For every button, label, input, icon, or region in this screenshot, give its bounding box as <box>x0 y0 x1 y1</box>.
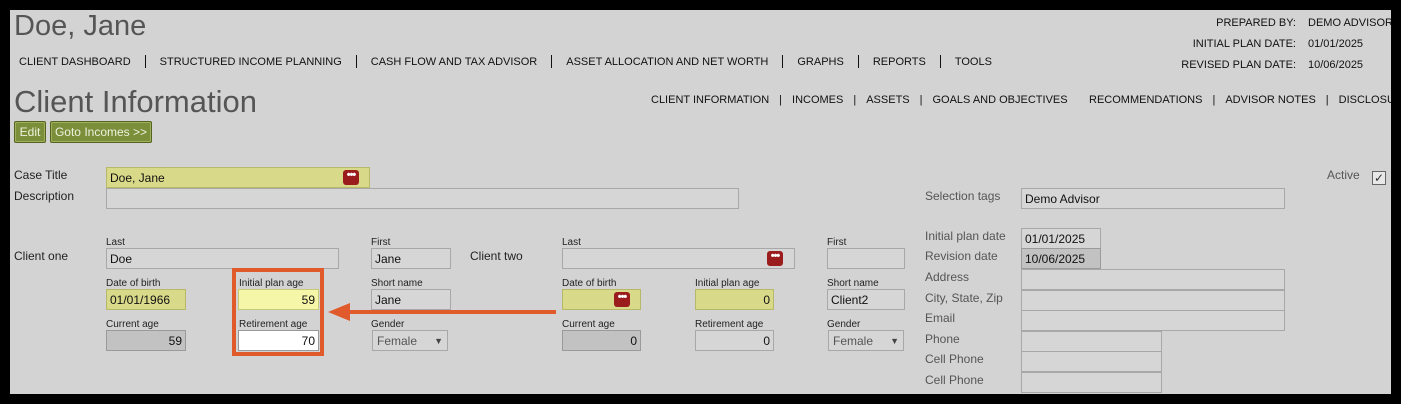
chevron-down-icon: ▼ <box>890 335 899 346</box>
prepared-by-value: DEMO ADVISOR <box>1308 17 1391 29</box>
client-two-gender-label: Gender <box>827 319 861 330</box>
client-one-last-label: Last <box>106 237 125 248</box>
email-label: Email <box>925 311 956 325</box>
selection-tags-label: Selection tags <box>925 189 1001 203</box>
nav-tools[interactable]: TOOLS <box>955 56 992 68</box>
nav-separator <box>782 55 784 68</box>
revision-date-value: 10/06/2025 <box>1021 248 1101 269</box>
address-input[interactable] <box>1021 269 1285 290</box>
nav-graphs[interactable]: GRAPHS <box>797 56 843 68</box>
nav-separator <box>551 55 553 68</box>
city-state-zip-input[interactable] <box>1021 290 1285 311</box>
description-input[interactable] <box>106 188 739 209</box>
initial-plan-date-label: INITIAL PLAN DATE: <box>1192 38 1296 50</box>
client-two-label: Client two <box>470 249 523 263</box>
subnav-incomes[interactable]: INCOMES <box>792 94 843 106</box>
more-options-icon[interactable]: ••• <box>343 170 359 185</box>
subnav-separator: | <box>1212 94 1216 106</box>
client-one-label: Client one <box>14 249 69 263</box>
client-two-dob-label: Date of birth <box>562 278 617 289</box>
subnav-separator: | <box>779 94 783 106</box>
client-one-gender-select[interactable]: Female ▼ <box>372 330 448 351</box>
revised-plan-date-label: REVISED PLAN DATE: <box>1181 59 1296 71</box>
client-one-current-age-label: Current age <box>106 319 159 330</box>
city-state-zip-label: City, State, Zip <box>925 291 1003 305</box>
client-two-short-name-label: Short name <box>827 278 879 289</box>
client-two-retirement-age-label: Retirement age <box>695 319 764 330</box>
subnav-separator: | <box>853 94 857 106</box>
goto-incomes-button[interactable]: Goto Incomes >> <box>50 121 152 143</box>
client-one-dob-input[interactable]: 01/01/1966 <box>106 289 186 310</box>
nav-separator <box>939 55 941 68</box>
subnav-separator: | <box>1325 94 1329 106</box>
highlight-box <box>232 268 324 356</box>
client-two-last-input[interactable] <box>562 248 795 269</box>
subnav-recommendations[interactable]: RECOMMENDATIONS <box>1089 94 1202 106</box>
description-label: Description <box>14 189 75 203</box>
client-two-last-label: Last <box>562 237 581 248</box>
more-options-icon[interactable]: ••• <box>614 292 630 307</box>
client-one-first-input[interactable]: Jane <box>371 248 451 269</box>
nav-reports[interactable]: REPORTS <box>873 56 926 68</box>
client-two-initial-age-label: Initial plan age <box>695 278 760 289</box>
cell-phone-label: Cell Phone <box>925 352 984 366</box>
nav-structured-income-planning[interactable]: STRUCTURED INCOME PLANNING <box>160 56 342 68</box>
revised-plan-date-value: 10/06/2025 <box>1308 59 1364 71</box>
active-label: Active <box>1327 168 1360 182</box>
cell-phone-2-label: Cell Phone <box>925 373 984 387</box>
nav-asset-allocation-net-worth[interactable]: ASSET ALLOCATION AND NET WORTH <box>566 56 768 68</box>
client-one-gender-value: Female <box>377 333 418 348</box>
client-one-current-age-value: 59 <box>106 330 186 351</box>
edit-button[interactable]: Edit <box>14 121 46 143</box>
revision-date-label: Revision date <box>925 249 998 263</box>
prepared-by-label: PREPARED BY: <box>1216 17 1296 29</box>
nav-separator <box>355 55 357 68</box>
sub-nav: CLIENT INFORMATION | INCOMES | ASSETS | … <box>651 94 1068 106</box>
case-title-label: Case Title <box>14 168 68 182</box>
cell-phone-input[interactable] <box>1021 351 1162 372</box>
address-label: Address <box>925 270 970 284</box>
initial-plan-date-input[interactable]: 01/01/2025 <box>1021 228 1101 249</box>
client-one-dob-label: Date of birth <box>106 278 161 289</box>
annotation-arrow <box>328 303 556 321</box>
client-two-gender-value: Female <box>833 333 874 348</box>
nav-separator <box>144 55 146 68</box>
sub-nav-right: RECOMMENDATIONS | ADVISOR NOTES | DISCLO… <box>1089 94 1391 106</box>
more-options-icon[interactable]: ••• <box>767 251 783 266</box>
nav-client-dashboard[interactable]: CLIENT DASHBOARD <box>19 56 131 68</box>
client-one-last-input[interactable]: Doe <box>106 248 339 269</box>
client-two-first-label: First <box>827 237 847 248</box>
subnav-assets[interactable]: ASSETS <box>866 94 909 106</box>
chevron-down-icon: ▼ <box>434 335 443 346</box>
initial-plan-date-value: 01/01/2025 <box>1308 38 1364 50</box>
client-two-first-input[interactable] <box>827 248 905 269</box>
main-nav: CLIENT DASHBOARD STRUCTURED INCOME PLANN… <box>19 55 992 68</box>
page-title: Client Information <box>14 84 257 119</box>
client-two-short-name-input[interactable]: Client2 <box>827 289 905 310</box>
subnav-client-information[interactable]: CLIENT INFORMATION <box>651 94 769 106</box>
cell-phone-2-input[interactable] <box>1021 372 1162 393</box>
client-two-retirement-age-input[interactable]: 0 <box>695 330 774 351</box>
subnav-goals-objectives[interactable]: GOALS AND OBJECTIVES <box>932 94 1067 106</box>
active-checkbox[interactable]: ✓ <box>1372 171 1386 185</box>
client-one-short-name-label: Short name <box>371 278 423 289</box>
subnav-separator: | <box>919 94 923 106</box>
client-one-first-label: First <box>371 237 391 248</box>
client-two-current-age-value: 0 <box>562 330 641 351</box>
case-title-input[interactable]: Doe, Jane <box>106 167 370 188</box>
nav-separator <box>857 55 859 68</box>
selection-tags-input[interactable]: Demo Advisor <box>1021 188 1285 209</box>
client-name-title: Doe, Jane <box>14 10 147 42</box>
subnav-advisor-notes[interactable]: ADVISOR NOTES <box>1225 94 1315 106</box>
app-frame: Doe, Jane PREPARED BY: DEMO ADVISOR INIT… <box>10 10 1391 394</box>
phone-input[interactable] <box>1021 331 1162 352</box>
subnav-disclosure[interactable]: DISCLOSURE <box>1339 94 1391 106</box>
initial-plan-date-field-label: Initial plan date <box>925 229 1006 243</box>
email-input[interactable] <box>1021 310 1285 331</box>
client-two-initial-age-input[interactable]: 0 <box>695 289 774 310</box>
phone-label: Phone <box>925 332 960 346</box>
client-two-gender-select[interactable]: Female ▼ <box>828 330 904 351</box>
client-two-current-age-label: Current age <box>562 319 615 330</box>
nav-cash-flow-tax-advisor[interactable]: CASH FLOW AND TAX ADVISOR <box>371 56 537 68</box>
